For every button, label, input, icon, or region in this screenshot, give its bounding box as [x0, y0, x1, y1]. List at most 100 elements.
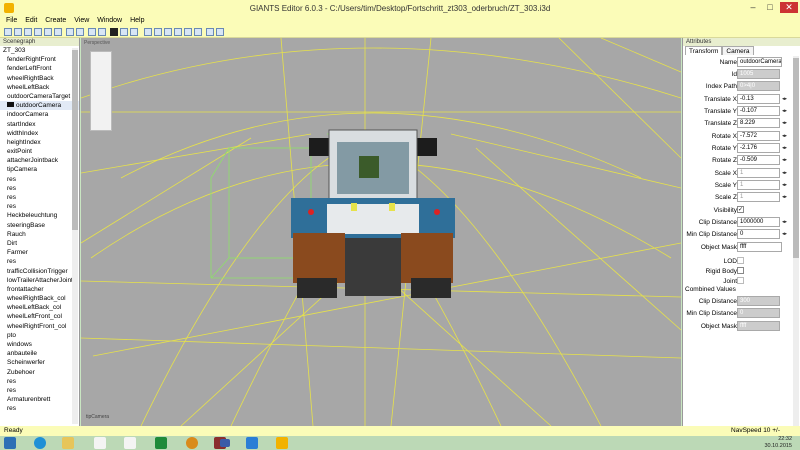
rotate-z-field[interactable]: -0.509 [737, 155, 780, 165]
monitor-icon[interactable] [246, 437, 258, 449]
scenegraph-node[interactable]: heightIndex [0, 138, 79, 147]
light-icon[interactable] [174, 28, 182, 36]
maximize-button[interactable]: □ [763, 2, 777, 13]
tab-camera[interactable]: Camera [722, 46, 754, 55]
scale-y-field[interactable]: 1 [737, 180, 780, 190]
scenegraph-node[interactable]: wheelLeftBack [0, 83, 79, 92]
scale-z-field[interactable]: 1 [737, 192, 780, 202]
menu-file[interactable]: File [6, 16, 17, 26]
camera-icon[interactable] [184, 28, 192, 36]
windows-start-icon[interactable] [4, 437, 16, 449]
save-icon[interactable] [24, 28, 32, 36]
scenegraph-node[interactable]: outdoorCamera [0, 101, 79, 111]
scenegraph-node[interactable]: Heckbeleuchtung [0, 211, 79, 220]
lod-checkbox[interactable] [737, 257, 744, 264]
scenegraph-node[interactable]: widthIndex [0, 129, 79, 138]
menu-edit[interactable]: Edit [25, 16, 37, 26]
translate-z-field[interactable]: 8.229 [737, 118, 780, 128]
scale-x-spinner-icon[interactable]: ◂▸ [781, 169, 788, 177]
rotate-z-spinner-icon[interactable]: ◂▸ [781, 156, 788, 164]
scenegraph-node[interactable]: res [0, 175, 79, 184]
scenegraph-node[interactable]: Scheinwerfer [0, 358, 79, 367]
menu-view[interactable]: View [74, 16, 89, 26]
scenegraph-node[interactable]: res [0, 257, 79, 266]
scenegraph-node[interactable]: res [0, 386, 79, 395]
scenegraph-node[interactable]: startIndex [0, 120, 79, 129]
translate-y-spinner-icon[interactable]: ◂▸ [781, 107, 788, 115]
scenegraph-node[interactable]: trafficCollisionTrigger [0, 267, 79, 276]
scenegraph-node[interactable]: ZT_303 [0, 46, 79, 55]
scenegraph-node[interactable]: wheelRightFront_col [0, 322, 79, 331]
menu-help[interactable]: Help [130, 16, 144, 26]
scenegraph-node[interactable]: attacherJointback [0, 156, 79, 165]
system-clock[interactable]: 22:32 30.10.2015 [764, 436, 792, 450]
scenegraph-node[interactable]: Zubehoer [0, 368, 79, 377]
scenegraph-node[interactable]: wheelRightBack [0, 74, 79, 83]
scenegraph-scroll-thumb[interactable] [72, 50, 78, 230]
help-icon[interactable] [216, 28, 224, 36]
scenegraph-node[interactable]: Armaturenbrett [0, 395, 79, 404]
scenegraph-node[interactable]: res [0, 377, 79, 386]
settings-icon[interactable] [206, 28, 214, 36]
scenegraph-node[interactable]: res [0, 202, 79, 211]
scenegraph-node[interactable]: exitPoint [0, 147, 79, 156]
scale-x-field[interactable]: 1 [737, 168, 780, 178]
cut-icon[interactable] [88, 28, 96, 36]
rotate-y-spinner-icon[interactable]: ◂▸ [781, 144, 788, 152]
translate-z-spinner-icon[interactable]: ◂▸ [781, 119, 788, 127]
scenegraph-node[interactable]: outdoorCameraTarget [0, 92, 79, 101]
scenegraph-node[interactable]: anbauteile [0, 349, 79, 358]
play-icon[interactable] [110, 28, 118, 36]
scenegraph-node[interactable]: windows [0, 340, 79, 349]
scale-z-spinner-icon[interactable]: ◂▸ [781, 193, 788, 201]
scenegraph-node[interactable]: Rauch [0, 230, 79, 239]
redo-icon[interactable] [76, 28, 84, 36]
attributes-scroll-thumb[interactable] [793, 58, 799, 258]
translate-x-field[interactable]: -0.13 [737, 94, 780, 104]
name-field[interactable]: outdoorCamera [737, 57, 782, 67]
scenegraph-node[interactable]: indoorCamera [0, 110, 79, 119]
scenegraph-node[interactable]: frontattacher [0, 285, 79, 294]
scenegraph-node[interactable]: tipCamera [0, 165, 79, 174]
import-icon[interactable] [44, 28, 52, 36]
open-file-icon[interactable] [14, 28, 22, 36]
excel-icon[interactable] [155, 437, 167, 449]
flag-icon[interactable] [220, 439, 230, 447]
clip-distance-spinner-icon[interactable]: ◂▸ [781, 218, 788, 226]
tab-transform[interactable]: Transform [685, 46, 723, 55]
export-icon[interactable] [54, 28, 62, 36]
scenegraph-node[interactable]: res [0, 404, 79, 413]
visibility-checkbox[interactable]: ✓ [737, 206, 744, 213]
document-icon[interactable] [94, 437, 106, 449]
file-explorer-icon[interactable] [62, 437, 74, 449]
shape-icon[interactable] [194, 28, 202, 36]
terrain-icon[interactable] [144, 28, 152, 36]
foliage-icon[interactable] [164, 28, 172, 36]
scenegraph-node[interactable]: wheelLeftBack_col [0, 303, 79, 312]
joint-checkbox[interactable] [737, 277, 744, 284]
min-clip-distance-field[interactable]: 0 [737, 229, 780, 239]
scale-y-spinner-icon[interactable]: ◂▸ [781, 181, 788, 189]
new-file-icon[interactable] [4, 28, 12, 36]
rotate-x-spinner-icon[interactable]: ◂▸ [781, 132, 788, 140]
document-icon[interactable] [124, 437, 136, 449]
giants-editor-icon[interactable] [276, 437, 288, 449]
scenegraph-node[interactable]: wheelRightBack_col [0, 294, 79, 303]
scenegraph-node[interactable]: fenderRightFront [0, 55, 79, 64]
3d-viewport[interactable]: Perspective tipCamera [81, 38, 681, 426]
paint-icon[interactable] [154, 28, 162, 36]
object-mask-field[interactable]: ffff [737, 242, 782, 252]
select-icon[interactable] [120, 28, 128, 36]
translate-y-field[interactable]: -0.107 [737, 106, 780, 116]
scenegraph-node[interactable]: wheelLeftFront_col [0, 312, 79, 321]
rotate-y-field[interactable]: -2.176 [737, 143, 780, 153]
rotate-x-field[interactable]: -7.572 [737, 131, 780, 141]
clip-distance-field[interactable]: 1000000 [737, 217, 780, 227]
scenegraph-node[interactable]: steeringBase [0, 221, 79, 230]
scenegraph-node[interactable]: Dirt [0, 239, 79, 248]
rigid-body-checkbox[interactable] [737, 267, 744, 274]
scenegraph-node[interactable]: res [0, 184, 79, 193]
undo-icon[interactable] [66, 28, 74, 36]
min-clip-distance-spinner-icon[interactable]: ◂▸ [781, 230, 788, 238]
game-controller-icon[interactable] [186, 437, 198, 449]
